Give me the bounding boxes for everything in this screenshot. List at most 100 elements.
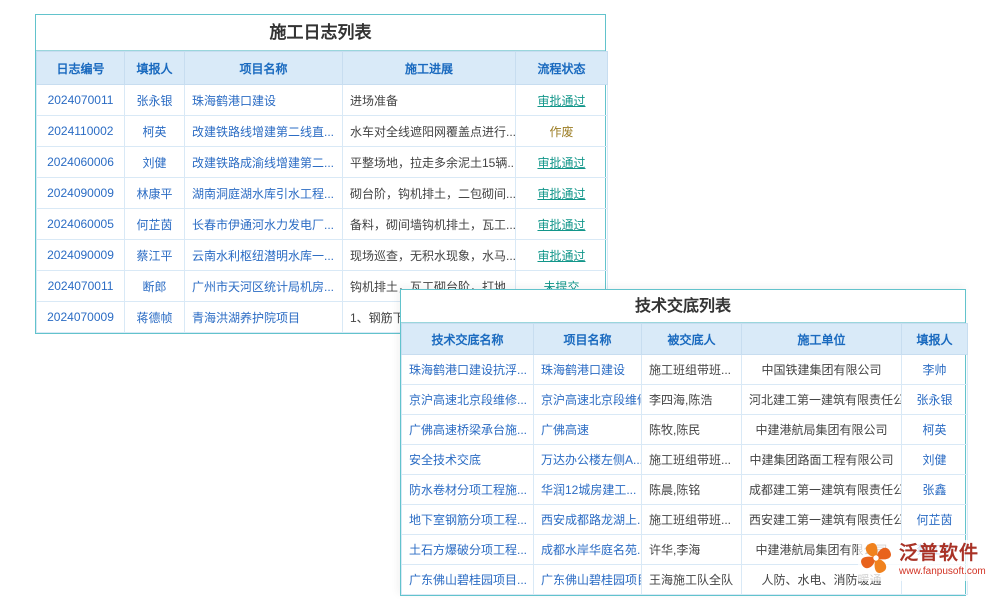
disclosure-name-cell[interactable]: 地下室钢筋分项工程... — [402, 505, 534, 535]
project-name-cell[interactable]: 万达办公楼左侧A... — [534, 445, 642, 475]
disclosed-person-cell: 施工班组带班... — [642, 355, 742, 385]
reporter-cell[interactable]: 断郎 — [125, 271, 185, 302]
log-col-header-status: 流程状态 — [516, 52, 608, 85]
project-name-cell[interactable]: 青海洪湖养护院项目 — [185, 302, 343, 333]
disclosure-name-cell[interactable]: 土石方爆破分项工程... — [402, 535, 534, 565]
progress-cell: 水车对全线遮阳网覆盖点进行... — [343, 116, 516, 147]
project-name-cell[interactable]: 京沪高速北京段维修 — [534, 385, 642, 415]
vendor-logo[interactable]: 泛普软件 www.fanpusoft.com — [858, 540, 996, 581]
disclosure-name-cell[interactable]: 广佛高速桥梁承台施... — [402, 415, 534, 445]
progress-cell: 进场准备 — [343, 85, 516, 116]
project-name-cell[interactable]: 广州市天河区统计局机房... — [185, 271, 343, 302]
project-name-cell[interactable]: 云南水利枢纽潜明水库一... — [185, 240, 343, 271]
log-id-cell[interactable]: 2024110002 — [37, 116, 125, 147]
disclosure-name-cell[interactable]: 防水卷材分项工程施... — [402, 475, 534, 505]
table-row[interactable]: 2024090009蔡江平云南水利枢纽潜明水库一...现场巡查，无积水现象，水马… — [37, 240, 608, 271]
log-id-cell[interactable]: 2024070011 — [37, 85, 125, 116]
log-id-cell[interactable]: 2024060005 — [37, 209, 125, 240]
log-col-header-progress: 施工进展 — [343, 52, 516, 85]
table-row[interactable]: 广佛高速桥梁承台施...广佛高速陈牧,陈民中建港航局集团有限公司柯英 — [402, 415, 968, 445]
log-id-cell[interactable]: 2024060006 — [37, 147, 125, 178]
table-row[interactable]: 地下室钢筋分项工程...西安成都路龙湖上...施工班组带班...西安建工第一建筑… — [402, 505, 968, 535]
vendor-brand-name: 泛普软件 — [899, 544, 986, 565]
table-row[interactable]: 防水卷材分项工程施...华润12城房建工...陈晨,陈铭成都建工第一建筑有限责任… — [402, 475, 968, 505]
log-table-header-row: 日志编号 填报人 项目名称 施工进展 流程状态 — [37, 52, 608, 85]
status-badge[interactable]: 审批通过 — [516, 85, 608, 116]
disclosure-name-cell[interactable]: 广东佛山碧桂园项目... — [402, 565, 534, 595]
project-name-cell[interactable]: 珠海鹤港口建设 — [185, 85, 343, 116]
disclosed-person-cell: 施工班组带班... — [642, 445, 742, 475]
reporter-cell[interactable]: 何芷茵 — [125, 209, 185, 240]
progress-cell: 备料，砌间墙钩机排土，瓦工... — [343, 209, 516, 240]
disclosure-window-title: 技术交底列表 — [401, 290, 965, 323]
construction-unit-cell: 中建港航局集团有限公司 — [742, 415, 902, 445]
status-badge[interactable]: 审批通过 — [516, 209, 608, 240]
project-name-cell[interactable]: 广东佛山碧桂园项目 — [534, 565, 642, 595]
table-row[interactable]: 2024070011张永银珠海鹤港口建设进场准备审批通过 — [37, 85, 608, 116]
log-col-header-reporter: 填报人 — [125, 52, 185, 85]
disclosure-col-header-unit: 施工单位 — [742, 324, 902, 355]
reporter-cell[interactable]: 柯英 — [902, 415, 968, 445]
log-id-cell[interactable]: 2024070009 — [37, 302, 125, 333]
table-row[interactable]: 2024060005何芷茵长春市伊通河水力发电厂...备料，砌间墙钩机排土，瓦工… — [37, 209, 608, 240]
status-badge[interactable]: 审批通过 — [516, 240, 608, 271]
project-name-cell[interactable]: 珠海鹤港口建设 — [534, 355, 642, 385]
project-name-cell[interactable]: 成都水岸华庭名苑... — [534, 535, 642, 565]
table-row[interactable]: 京沪高速北京段维修...京沪高速北京段维修李四海,陈浩河北建工第一建筑有限责任公… — [402, 385, 968, 415]
disclosure-col-header-name: 技术交底名称 — [402, 324, 534, 355]
reporter-cell[interactable]: 柯英 — [125, 116, 185, 147]
log-id-cell[interactable]: 2024090009 — [37, 240, 125, 271]
project-name-cell[interactable]: 改建铁路成渝线增建第二... — [185, 147, 343, 178]
table-row[interactable]: 2024110002柯英改建铁路线增建第二线直...水车对全线遮阳网覆盖点进行.… — [37, 116, 608, 147]
table-row[interactable]: 安全技术交底万达办公楼左侧A...施工班组带班...中建集团路面工程有限公司刘健 — [402, 445, 968, 475]
disclosed-person-cell: 李四海,陈浩 — [642, 385, 742, 415]
project-name-cell[interactable]: 广佛高速 — [534, 415, 642, 445]
progress-cell: 砌台阶，钩机排土，二包砌间... — [343, 178, 516, 209]
disclosed-person-cell: 施工班组带班... — [642, 505, 742, 535]
disclosed-person-cell: 陈牧,陈民 — [642, 415, 742, 445]
reporter-cell[interactable]: 何芷茵 — [902, 505, 968, 535]
log-id-cell[interactable]: 2024070011 — [37, 271, 125, 302]
status-badge[interactable]: 审批通过 — [516, 147, 608, 178]
disclosed-person-cell: 许华,李海 — [642, 535, 742, 565]
disclosure-name-cell[interactable]: 珠海鹤港口建设抗浮... — [402, 355, 534, 385]
vendor-site-url[interactable]: www.fanpusoft.com — [899, 566, 986, 577]
progress-cell: 平整场地，拉走多余泥土15辆... — [343, 147, 516, 178]
construction-unit-cell: 西安建工第一建筑有限责任公司 — [742, 505, 902, 535]
construction-unit-cell: 成都建工第一建筑有限责任公司 — [742, 475, 902, 505]
disclosure-name-cell[interactable]: 京沪高速北京段维修... — [402, 385, 534, 415]
status-badge[interactable]: 审批通过 — [516, 178, 608, 209]
disclosed-person-cell: 王海施工队全队 — [642, 565, 742, 595]
reporter-cell[interactable]: 刘健 — [902, 445, 968, 475]
reporter-cell[interactable]: 李帅 — [902, 355, 968, 385]
construction-log-window: 施工日志列表 日志编号 填报人 项目名称 施工进展 流程状态 202407001… — [35, 14, 606, 334]
table-row[interactable]: 珠海鹤港口建设抗浮...珠海鹤港口建设施工班组带班...中国铁建集团有限公司李帅 — [402, 355, 968, 385]
reporter-cell[interactable]: 刘健 — [125, 147, 185, 178]
log-col-header-id: 日志编号 — [37, 52, 125, 85]
construction-unit-cell: 河北建工第一建筑有限责任公司 — [742, 385, 902, 415]
log-window-title: 施工日志列表 — [36, 15, 605, 51]
disclosure-col-header-project: 项目名称 — [534, 324, 642, 355]
reporter-cell[interactable]: 张永银 — [125, 85, 185, 116]
log-col-header-project: 项目名称 — [185, 52, 343, 85]
table-row[interactable]: 2024090009林康平湖南洞庭湖水库引水工程...砌台阶，钩机排土，二包砌间… — [37, 178, 608, 209]
project-name-cell[interactable]: 长春市伊通河水力发电厂... — [185, 209, 343, 240]
project-name-cell[interactable]: 湖南洞庭湖水库引水工程... — [185, 178, 343, 209]
disclosure-col-header-reporter: 填报人 — [902, 324, 968, 355]
disclosure-name-cell[interactable]: 安全技术交底 — [402, 445, 534, 475]
reporter-cell[interactable]: 蒋德帧 — [125, 302, 185, 333]
log-id-cell[interactable]: 2024090009 — [37, 178, 125, 209]
project-name-cell[interactable]: 西安成都路龙湖上... — [534, 505, 642, 535]
disclosed-person-cell: 陈晨,陈铭 — [642, 475, 742, 505]
disclosure-table-header-row: 技术交底名称 项目名称 被交底人 施工单位 填报人 — [402, 324, 968, 355]
project-name-cell[interactable]: 华润12城房建工... — [534, 475, 642, 505]
project-name-cell[interactable]: 改建铁路线增建第二线直... — [185, 116, 343, 147]
disclosure-col-header-person: 被交底人 — [642, 324, 742, 355]
reporter-cell[interactable]: 林康平 — [125, 178, 185, 209]
status-badge[interactable]: 作废 — [516, 116, 608, 147]
construction-unit-cell: 中国铁建集团有限公司 — [742, 355, 902, 385]
reporter-cell[interactable]: 蔡江平 — [125, 240, 185, 271]
reporter-cell[interactable]: 张鑫 — [902, 475, 968, 505]
table-row[interactable]: 2024060006刘健改建铁路成渝线增建第二...平整场地，拉走多余泥土15辆… — [37, 147, 608, 178]
reporter-cell[interactable]: 张永银 — [902, 385, 968, 415]
